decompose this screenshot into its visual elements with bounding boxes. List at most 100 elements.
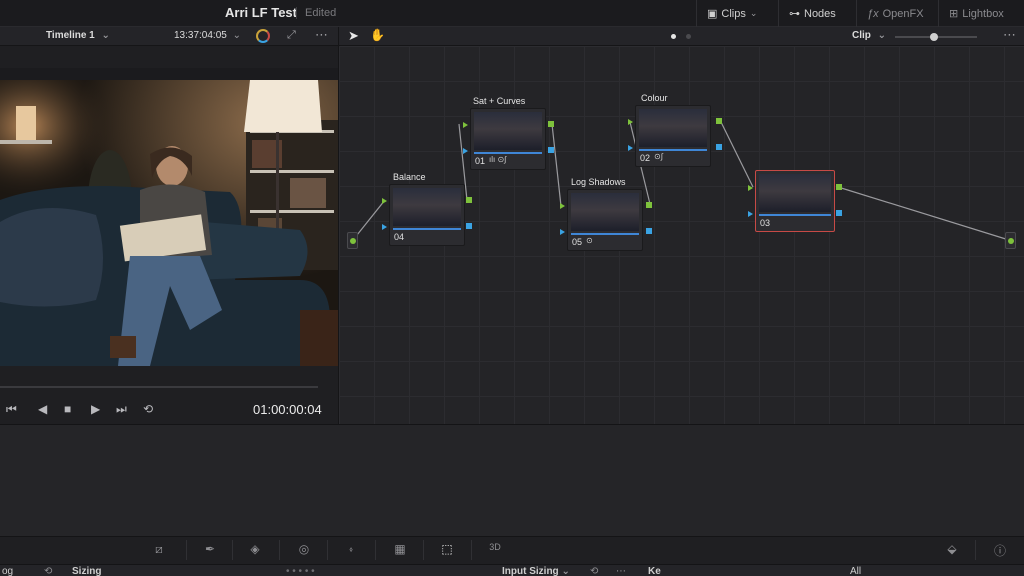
node-input-rgb[interactable] bbox=[628, 119, 633, 125]
node-progress-line bbox=[393, 228, 461, 230]
play-icon[interactable]: ▶ bbox=[91, 402, 100, 416]
record-timecode: 01:00:00:04 bbox=[253, 402, 322, 417]
jump-to-end-icon[interactable]: ⏭ bbox=[116, 402, 127, 417]
lightbox-button[interactable]: ⊞ Lightbox bbox=[938, 0, 1014, 27]
node-input-key[interactable] bbox=[382, 224, 387, 230]
input-sizing-dropdown[interactable]: Input Sizing ⌄ bbox=[502, 566, 570, 576]
source-timecode-dropdown[interactable]: 13:37:04:05 ⌄ bbox=[174, 30, 241, 41]
node-03[interactable]: 03 bbox=[755, 170, 835, 232]
node-input-key[interactable] bbox=[748, 211, 753, 217]
play-reverse-icon[interactable]: ◀ bbox=[38, 402, 47, 416]
node-thumbnail bbox=[639, 109, 707, 147]
sizing-palette-icon[interactable]: ⬚ bbox=[438, 542, 456, 558]
tree-output-port[interactable] bbox=[1005, 232, 1016, 249]
node-thumbnail bbox=[393, 188, 461, 226]
viewer-header: Timeline 1 ⌄ 13:37:04:05 ⌄ ⤢ ⋯ bbox=[0, 27, 338, 46]
viewer-toolbar-space bbox=[0, 46, 338, 68]
sizing-label: Sizing bbox=[72, 566, 102, 576]
node-input-rgb[interactable] bbox=[382, 198, 387, 204]
page-dot[interactable] bbox=[686, 34, 691, 39]
clips-button[interactable]: ▣ Clips ⌄ bbox=[696, 0, 767, 27]
node-input-key[interactable] bbox=[560, 229, 565, 235]
page-dots[interactable]: • • • • • bbox=[286, 566, 315, 576]
more-icon[interactable]: ⋯ bbox=[1003, 27, 1016, 43]
divider bbox=[423, 540, 424, 560]
timeline-dropdown[interactable]: Timeline 1 ⌄ bbox=[46, 30, 110, 41]
divider bbox=[471, 540, 472, 560]
node-output-key[interactable] bbox=[466, 223, 472, 229]
node-output-rgb[interactable] bbox=[836, 184, 842, 190]
qualifier-eyedropper-icon[interactable]: ✒ bbox=[201, 542, 219, 558]
node-output-rgb[interactable] bbox=[716, 118, 722, 124]
project-status: Edited bbox=[296, 7, 336, 19]
node-tool-icons: ılı ⊙∫ bbox=[489, 155, 507, 164]
node-01[interactable]: 01 ılı ⊙∫ bbox=[470, 108, 546, 170]
reset-icon[interactable]: ⟲ bbox=[44, 566, 52, 576]
node-output-rgb[interactable] bbox=[646, 202, 652, 208]
node-input-key[interactable] bbox=[463, 148, 468, 154]
node-graph[interactable]: Balance 04 Sat + Curves 01 ılı ⊙∫ Log Sh… bbox=[338, 46, 1024, 424]
zoom-slider-handle[interactable] bbox=[930, 33, 938, 41]
clips-icon: ▣ bbox=[707, 8, 718, 20]
openfx-button[interactable]: ƒx OpenFX bbox=[856, 0, 934, 27]
node-04[interactable]: 04 bbox=[389, 184, 465, 246]
node-number: 05 bbox=[572, 237, 583, 247]
more-icon[interactable]: ⋯ bbox=[616, 566, 626, 576]
blur-palette-icon[interactable]: ⬫ bbox=[342, 542, 360, 558]
curves-palette-icon[interactable]: ⧄ bbox=[150, 542, 168, 558]
source-input-port[interactable] bbox=[347, 232, 358, 249]
jump-to-start-icon[interactable]: ⏮ bbox=[6, 402, 17, 417]
tracker-icon[interactable]: ◎ bbox=[295, 542, 313, 558]
node-02[interactable]: 02 ⊙∫ bbox=[635, 105, 711, 167]
node-output-rgb[interactable] bbox=[466, 197, 472, 203]
node-output-key[interactable] bbox=[646, 228, 652, 234]
chevron-down-icon: ⌄ bbox=[749, 8, 758, 18]
page-dot-active[interactable] bbox=[671, 34, 676, 39]
pointer-tool-icon[interactable]: ➤ bbox=[348, 28, 359, 44]
expand-icon[interactable]: ⤢ bbox=[287, 29, 296, 42]
node-input-rgb[interactable] bbox=[560, 203, 565, 209]
divider bbox=[375, 540, 376, 560]
nodes-label: Nodes bbox=[804, 7, 836, 20]
window-palette-icon[interactable]: ◈ bbox=[246, 542, 264, 558]
nodes-button[interactable]: ⊶ Nodes bbox=[778, 0, 846, 27]
node-input-rgb[interactable] bbox=[748, 185, 753, 191]
node-input-key[interactable] bbox=[628, 145, 633, 151]
keyframes-icon[interactable]: ⬙ bbox=[943, 542, 961, 558]
node-name-colour: Colour bbox=[641, 93, 668, 103]
timeline-label: Timeline 1 bbox=[46, 30, 95, 41]
node-editor-header: ➤ ✋ Clip ⌄ ⋯ bbox=[338, 27, 1024, 46]
node-name-log-shadows: Log Shadows bbox=[571, 177, 626, 187]
node-05[interactable]: 05 ⊙ bbox=[567, 189, 643, 251]
node-progress-line bbox=[759, 214, 831, 216]
info-icon[interactable]: ⓘ bbox=[991, 542, 1009, 558]
divider bbox=[327, 540, 328, 560]
node-name-sat-curves: Sat + Curves bbox=[473, 96, 526, 106]
divider bbox=[279, 540, 280, 560]
openfx-label: OpenFX bbox=[882, 7, 924, 20]
viewer-letterbox bbox=[0, 68, 338, 80]
key-palette-icon[interactable]: ▦ bbox=[391, 542, 409, 558]
node-number: 04 bbox=[394, 232, 405, 242]
clip-mode-dropdown[interactable]: Clip ⌄ bbox=[852, 30, 886, 41]
more-icon[interactable]: ⋯ bbox=[315, 27, 328, 43]
source-timecode: 13:37:04:05 bbox=[174, 30, 227, 41]
node-output-key[interactable] bbox=[716, 144, 722, 150]
source-port-dot bbox=[350, 238, 356, 244]
node-output-rgb[interactable] bbox=[548, 121, 554, 127]
3d-palette-icon[interactable]: 3D bbox=[486, 542, 504, 558]
hand-tool-icon[interactable]: ✋ bbox=[370, 28, 385, 42]
reset-icon[interactable]: ⟲ bbox=[590, 566, 598, 576]
scrubber-bar[interactable] bbox=[0, 386, 318, 388]
node-input-rgb[interactable] bbox=[463, 122, 468, 128]
node-tool-icons: ⊙ bbox=[586, 236, 593, 245]
node-output-key[interactable] bbox=[548, 147, 554, 153]
node-name-balance: Balance bbox=[393, 172, 426, 182]
stop-icon[interactable]: ■ bbox=[64, 402, 71, 416]
loop-icon[interactable]: ⟲ bbox=[143, 402, 153, 416]
node-progress-line bbox=[571, 233, 639, 235]
color-wheel-icon[interactable] bbox=[256, 29, 270, 43]
node-thumbnail bbox=[474, 112, 542, 150]
node-output-key[interactable] bbox=[836, 210, 842, 216]
divider bbox=[975, 540, 976, 560]
